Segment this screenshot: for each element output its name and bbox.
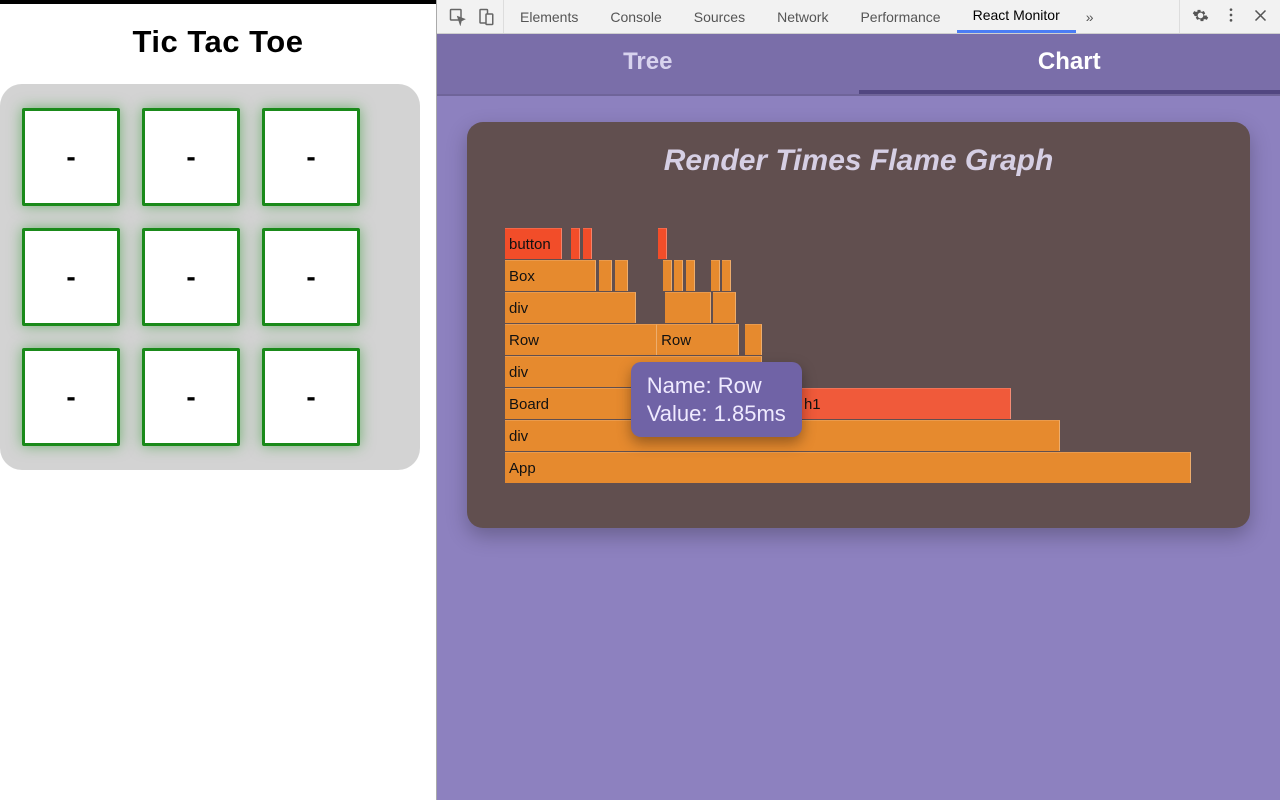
flame-row: Box — [505, 260, 1222, 291]
devtools-icon-group — [437, 0, 504, 33]
board-cell[interactable]: - — [262, 228, 360, 326]
board-row: - - - — [22, 108, 398, 206]
board-cell[interactable]: - — [262, 108, 360, 206]
devtools-tab-elements[interactable]: Elements — [504, 0, 594, 33]
flame-row: div — [505, 292, 1222, 323]
flame-row: div — [505, 420, 1222, 451]
devtools-tab-react-monitor[interactable]: React Monitor — [957, 0, 1076, 33]
devtools-tab-sources[interactable]: Sources — [678, 0, 761, 33]
react-monitor-body: Render Times Flame Graph buttonBoxdivRow… — [437, 96, 1280, 800]
gear-icon[interactable] — [1192, 7, 1209, 27]
devtools-tab-network[interactable]: Network — [761, 0, 844, 33]
devtools-tab-performance[interactable]: Performance — [844, 0, 956, 33]
flame-block[interactable]: div — [505, 356, 762, 387]
flame-block[interactable] — [571, 228, 580, 259]
react-monitor-tabs: Tree Chart — [437, 34, 1280, 96]
flame-block[interactable] — [722, 260, 731, 291]
board-cell[interactable]: - — [22, 348, 120, 446]
flame-block[interactable] — [686, 260, 695, 291]
flame-row: RowRow — [505, 324, 1222, 355]
devtools-toolbar-right — [1179, 0, 1280, 33]
board-cell[interactable]: - — [262, 348, 360, 446]
flame-block[interactable] — [599, 260, 613, 291]
flame-graph-card: Render Times Flame Graph buttonBoxdivRow… — [467, 122, 1250, 528]
app-panel: Tic Tac Toe - - - - - - - - - — [0, 0, 436, 800]
flame-block[interactable]: button — [505, 228, 562, 259]
flame-block[interactable] — [711, 260, 720, 291]
tab-chart[interactable]: Chart — [859, 34, 1280, 94]
flame-row: div — [505, 356, 1222, 387]
flame-block[interactable] — [713, 292, 736, 323]
flame-block[interactable]: Row — [657, 324, 739, 355]
kebab-menu-icon[interactable] — [1223, 7, 1239, 26]
flame-row: App — [505, 452, 1222, 483]
page-title: Tic Tac Toe — [0, 4, 436, 70]
flame-block[interactable]: App — [505, 452, 1191, 483]
devtools-panel: Elements Console Sources Network Perform… — [436, 0, 1280, 800]
flame-graph[interactable]: buttonBoxdivRowRowdivBoardh1divApp — [505, 228, 1222, 488]
flame-block[interactable] — [665, 292, 711, 323]
flame-block[interactable]: Board — [505, 388, 800, 419]
tab-tree[interactable]: Tree — [437, 34, 859, 94]
flame-block[interactable]: div — [505, 292, 636, 323]
flame-block[interactable]: h1 — [800, 388, 1012, 419]
devtools-tabs-overflow[interactable]: » — [1076, 0, 1104, 33]
flame-row: button — [505, 228, 1222, 259]
board-cell[interactable]: - — [142, 108, 240, 206]
flame-block[interactable] — [615, 260, 629, 291]
board-row: - - - — [22, 348, 398, 446]
board-row: - - - — [22, 228, 398, 326]
flame-block[interactable] — [658, 228, 667, 259]
flame-block[interactable] — [674, 260, 683, 291]
devtools-tab-console[interactable]: Console — [594, 0, 677, 33]
flame-graph-title: Render Times Flame Graph — [495, 144, 1222, 178]
tic-tac-toe-board: - - - - - - - - - — [0, 84, 420, 470]
flame-block[interactable] — [663, 260, 672, 291]
flame-block[interactable] — [583, 228, 592, 259]
inspect-element-icon[interactable] — [449, 8, 467, 26]
flame-block[interactable]: div — [505, 420, 1060, 451]
devtools-tabs: Elements Console Sources Network Perform… — [504, 0, 1179, 33]
devtools-toolbar: Elements Console Sources Network Perform… — [437, 0, 1280, 34]
flame-block[interactable]: Row — [505, 324, 657, 355]
flame-row: Boardh1 — [505, 388, 1222, 419]
react-monitor-panel: Tree Chart Render Times Flame Graph butt… — [437, 34, 1280, 800]
board-cell[interactable]: - — [22, 108, 120, 206]
toggle-device-icon[interactable] — [477, 8, 495, 26]
flame-block[interactable]: Box — [505, 260, 596, 291]
close-icon[interactable] — [1253, 8, 1268, 26]
board-cell[interactable]: - — [22, 228, 120, 326]
flame-block[interactable] — [745, 324, 762, 355]
board-cell[interactable]: - — [142, 228, 240, 326]
board-cell[interactable]: - — [142, 348, 240, 446]
